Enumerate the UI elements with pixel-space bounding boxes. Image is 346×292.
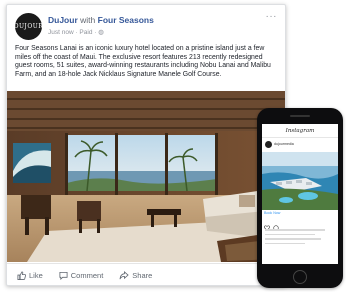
thumbs-up-icon bbox=[17, 270, 26, 280]
post-header: DuJour with Four Seasons bbox=[48, 15, 154, 25]
share-button[interactable]: Share bbox=[119, 271, 152, 280]
share-arrow-icon bbox=[119, 270, 129, 279]
instagram-header-title: Instagram bbox=[285, 128, 315, 134]
home-button[interactable] bbox=[293, 270, 307, 284]
page-avatar[interactable]: DUJOUR bbox=[13, 13, 44, 40]
tagged-page-link[interactable]: Four Seasons bbox=[98, 15, 154, 25]
post-image[interactable] bbox=[7, 91, 285, 262]
comment-button[interactable]: Comment bbox=[59, 270, 104, 280]
instagram-avatar[interactable] bbox=[265, 141, 272, 148]
caption-line bbox=[265, 238, 321, 240]
share-label: Share bbox=[132, 270, 153, 280]
instagram-username[interactable]: dujourmedia bbox=[274, 142, 294, 146]
comment-icon bbox=[59, 271, 68, 280]
caption-line bbox=[265, 229, 325, 231]
instagram-post-image[interactable] bbox=[262, 152, 338, 210]
facebook-post-card: DUJOUR DuJour with Four Seasons Just now… bbox=[6, 4, 286, 286]
caption-line bbox=[265, 242, 305, 244]
divider bbox=[262, 137, 338, 138]
hotel-room-photo bbox=[7, 91, 285, 262]
smartphone-mockup: Instagram dujourmedia Book Now bbox=[257, 108, 343, 288]
page-name-link[interactable]: DuJour bbox=[48, 15, 78, 25]
comment-label: Comment bbox=[70, 270, 104, 280]
instagram-caption-placeholder bbox=[265, 229, 325, 247]
resort-aerial-photo bbox=[262, 152, 338, 210]
post-body-text: Four Seasons Lanai is an iconic luxury h… bbox=[15, 45, 271, 78]
phone-screen: Instagram dujourmedia Book Now bbox=[262, 124, 338, 264]
with-text: with bbox=[80, 15, 96, 25]
book-now-link[interactable]: Book Now bbox=[264, 211, 280, 215]
post-meta: Just now · Paid · ◍ bbox=[48, 29, 104, 36]
caption-line bbox=[265, 233, 315, 235]
post-action-bar: Like Comment Share bbox=[7, 263, 285, 286]
phone-speaker bbox=[290, 115, 310, 117]
avatar-logo-text: DUJOUR bbox=[13, 23, 44, 30]
like-label: Like bbox=[29, 270, 43, 280]
more-options-icon[interactable]: ··· bbox=[266, 11, 278, 22]
like-button[interactable]: Like bbox=[17, 271, 43, 280]
